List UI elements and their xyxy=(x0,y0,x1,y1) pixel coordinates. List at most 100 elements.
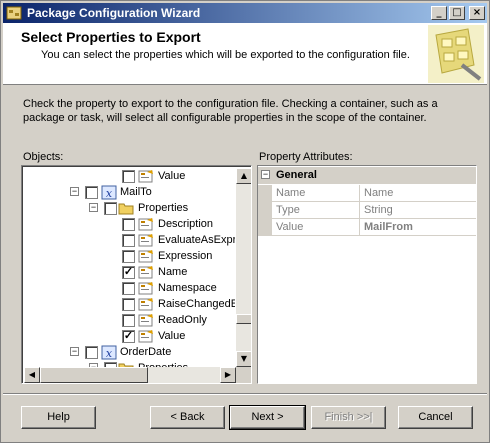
title-bar[interactable]: Package Configuration Wizard _ □ × xyxy=(3,3,487,23)
export-checkbox[interactable] xyxy=(122,218,135,231)
property-name: Type xyxy=(272,202,360,219)
tree-node-orderdate[interactable]: − x OrderDate xyxy=(24,344,235,360)
objects-tree-viewport: Value − x MailTo − Properties Description Evalu… xyxy=(24,168,235,367)
export-checkbox[interactable] xyxy=(122,170,135,183)
help-button[interactable]: Help xyxy=(21,406,96,429)
tree-node-label: Value xyxy=(158,330,186,342)
wizard-app-icon xyxy=(6,6,22,20)
svg-text:x: x xyxy=(106,347,113,360)
collapse-node-icon[interactable]: − xyxy=(89,203,98,212)
tree-node-evaluateasexpre[interactable]: EvaluateAsExpre xyxy=(24,232,235,248)
page-title: Select Properties to Export xyxy=(21,29,201,45)
tree-node-description[interactable]: Description xyxy=(24,216,235,232)
row-gutter xyxy=(258,185,272,202)
tree-node-namespace[interactable]: Namespace xyxy=(24,280,235,296)
scroll-corner xyxy=(236,367,251,383)
tree-horizontal-scrollbar[interactable]: ◀ ▶ xyxy=(24,367,236,383)
collapse-node-icon[interactable]: − xyxy=(70,347,79,356)
tree-node-label: ReadOnly xyxy=(158,314,207,326)
property-row-type[interactable]: Type String xyxy=(258,202,476,219)
wizard-header: Select Properties to Export You can sele… xyxy=(3,23,487,85)
tree-node-raisechangedev[interactable]: RaiseChangedEv xyxy=(24,296,235,312)
tree-node-label: Namespace xyxy=(158,282,217,294)
scroll-down-arrow-icon[interactable]: ▼ xyxy=(236,351,251,367)
tree-node-value[interactable]: Value xyxy=(24,168,235,184)
property-group-label: General xyxy=(276,169,317,181)
export-checkbox[interactable] xyxy=(104,202,117,215)
property-value: String xyxy=(360,202,476,219)
tree-node-name[interactable]: ✓ Name xyxy=(24,264,235,280)
export-checkbox[interactable]: ✓ xyxy=(122,266,135,279)
property-row-name[interactable]: Name Name xyxy=(258,185,476,202)
property-row-value[interactable]: Value MailFrom xyxy=(258,219,476,236)
next-button[interactable]: Next > xyxy=(229,405,306,430)
page-subtitle: You can select the properties which will… xyxy=(41,49,410,61)
property-icon xyxy=(138,281,154,296)
tree-node-properties[interactable]: − Properties xyxy=(24,200,235,216)
tree-node-readonly[interactable]: ReadOnly xyxy=(24,312,235,328)
tree-node-value[interactable]: ✓ Value xyxy=(24,328,235,344)
export-checkbox[interactable] xyxy=(85,186,98,199)
property-icon xyxy=(138,329,154,344)
back-button[interactable]: < Back xyxy=(150,406,225,429)
tree-vertical-scrollbar[interactable]: ▲ ▼ xyxy=(236,168,251,367)
objects-label: Objects: xyxy=(23,151,64,163)
wizard-banner-icon xyxy=(428,25,484,83)
svg-text:x: x xyxy=(106,187,113,200)
property-name: Name xyxy=(272,185,360,202)
scroll-right-arrow-icon[interactable]: ▶ xyxy=(220,367,236,383)
collapse-icon[interactable]: − xyxy=(261,170,270,179)
variable-icon: x xyxy=(101,185,117,200)
minimize-button[interactable]: _ xyxy=(431,6,447,20)
export-checkbox[interactable]: ✓ xyxy=(122,330,135,343)
folder-icon xyxy=(118,201,134,216)
cancel-button[interactable]: Cancel xyxy=(398,406,473,429)
export-checkbox[interactable] xyxy=(122,282,135,295)
property-icon xyxy=(138,265,154,280)
window-title: Package Configuration Wizard xyxy=(27,6,201,20)
tree-node-label: Value xyxy=(158,170,186,182)
export-checkbox[interactable] xyxy=(122,250,135,263)
row-gutter xyxy=(258,219,272,236)
tree-node-properties[interactable]: −Properties xyxy=(24,360,235,367)
property-icon xyxy=(138,233,154,248)
horizontal-scroll-thumb[interactable] xyxy=(40,367,148,383)
tree-node-label: Expression xyxy=(158,250,213,262)
tree-node-label: RaiseChangedEv xyxy=(158,298,235,310)
maximize-button[interactable]: □ xyxy=(449,6,465,20)
export-checkbox[interactable] xyxy=(85,346,98,359)
tree-node-label: OrderDate xyxy=(120,346,172,358)
property-attributes-label: Property Attributes: xyxy=(259,151,353,163)
row-gutter xyxy=(258,202,272,219)
tree-node-label: Properties xyxy=(138,202,189,214)
property-value: Name xyxy=(360,185,476,202)
property-name: Value xyxy=(272,219,360,236)
scroll-up-arrow-icon[interactable]: ▲ xyxy=(236,168,251,184)
property-value: MailFrom xyxy=(360,219,476,236)
property-icon xyxy=(138,313,154,328)
collapse-node-icon[interactable]: − xyxy=(70,187,79,196)
variable-icon: x xyxy=(101,345,117,360)
instructions-text: Check the property to export to the conf… xyxy=(23,98,438,124)
export-checkbox[interactable] xyxy=(122,234,135,247)
export-checkbox[interactable] xyxy=(122,298,135,311)
wizard-window: Package Configuration Wizard _ □ × Selec… xyxy=(0,0,490,443)
property-icon xyxy=(138,217,154,232)
property-icon xyxy=(138,169,154,184)
tree-node-expression[interactable]: Expression xyxy=(24,248,235,264)
property-grid[interactable]: − General Name Name Type String Value MailFro… xyxy=(257,165,477,384)
vertical-scroll-thumb[interactable] xyxy=(236,314,251,324)
tree-node-label: MailTo xyxy=(120,186,152,198)
close-button[interactable]: × xyxy=(469,6,485,20)
objects-tree[interactable]: Value − x MailTo − Properties Description Evalu… xyxy=(21,165,252,384)
tree-node-label: Name xyxy=(158,266,188,278)
property-group-general[interactable]: − General xyxy=(258,167,476,184)
property-icon xyxy=(138,249,154,264)
scroll-left-arrow-icon[interactable]: ◀ xyxy=(24,367,40,383)
tree-node-label: EvaluateAsExpre xyxy=(158,234,235,246)
property-icon xyxy=(138,297,154,312)
footer-divider xyxy=(3,393,487,395)
finish-button[interactable]: Finish >>| xyxy=(311,406,386,429)
tree-node-mailto[interactable]: − x MailTo xyxy=(24,184,235,200)
export-checkbox[interactable] xyxy=(122,314,135,327)
